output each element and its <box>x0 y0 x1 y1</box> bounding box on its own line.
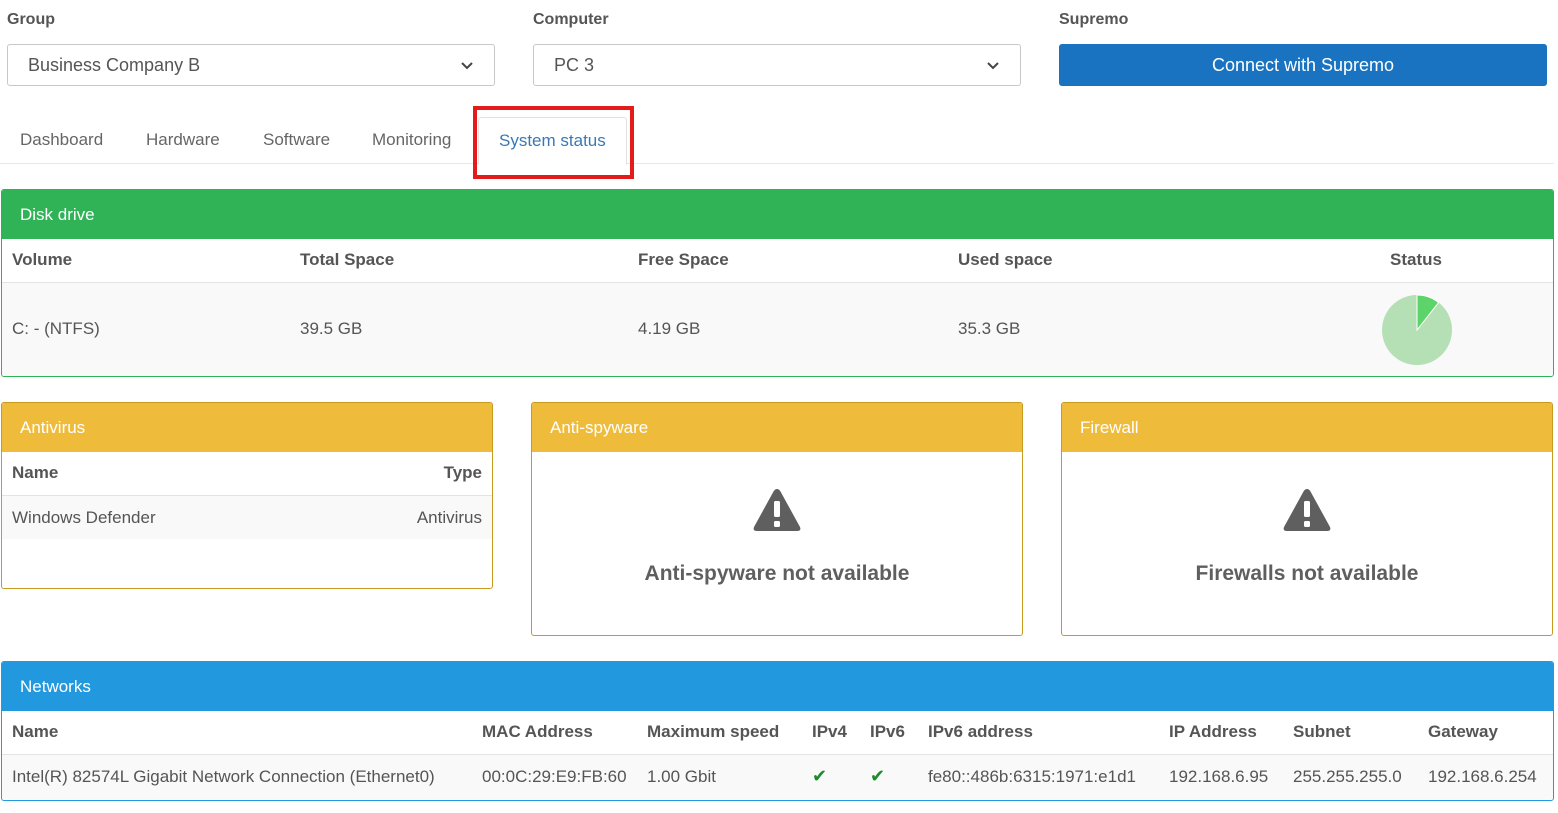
disk-drive-title: Disk drive <box>2 190 1553 239</box>
disk-drive-panel: Disk drive Volume Total Space Free Space… <box>1 189 1554 377</box>
table-row: Windows Defender Antivirus <box>2 496 492 539</box>
chevron-down-icon <box>461 62 473 70</box>
col-subnet: Subnet <box>1293 722 1351 741</box>
antivirus-table-header: Name Type <box>2 452 492 496</box>
tab-monitoring[interactable]: Monitoring <box>372 117 451 164</box>
col-ip-address: IP Address <box>1169 722 1257 741</box>
ip-address-value: 192.168.6.95 <box>1169 767 1269 786</box>
table-row: C: - (NTFS) 39.5 GB 4.19 GB 35.3 GB <box>2 283 1553 376</box>
col-ipv6: IPv6 <box>870 722 905 741</box>
col-gateway: Gateway <box>1428 722 1498 741</box>
ipv6-check-icon: ✔ <box>870 766 886 786</box>
col-total-space: Total Space <box>300 250 395 269</box>
highlight-box <box>473 106 634 179</box>
subnet-value: 255.255.255.0 <box>1293 767 1402 786</box>
computer-label: Computer <box>533 11 609 28</box>
group-select[interactable]: Business Company B <box>7 44 495 86</box>
antivirus-type-value: Antivirus <box>416 508 482 527</box>
col-used-space: Used space <box>958 250 1053 269</box>
col-ipv6-address: IPv6 address <box>928 722 1033 741</box>
computer-select-value: PC 3 <box>554 54 595 75</box>
firewall-message: Firewalls not available <box>1195 562 1419 585</box>
col-status: Status <box>1390 250 1442 269</box>
col-free-space: Free Space <box>638 250 729 269</box>
firewall-panel: Firewall Firewalls not available <box>1061 402 1553 636</box>
networks-title: Networks <box>2 662 1553 711</box>
antivirus-title: Antivirus <box>2 403 492 452</box>
col-maximum-speed: Maximum speed <box>647 722 780 741</box>
gateway-value: 192.168.6.254 <box>1428 767 1537 786</box>
supremo-label: Supremo <box>1059 11 1129 28</box>
anti-spyware-message: Anti-spyware not available <box>644 562 910 585</box>
col-volume: Volume <box>12 250 73 269</box>
total-space-value: 39.5 GB <box>300 319 363 338</box>
disk-table-header: Volume Total Space Free Space Used space… <box>2 239 1553 283</box>
warning-icon <box>753 489 801 531</box>
antivirus-name-value: Windows Defender <box>12 508 156 527</box>
anti-spyware-panel: Anti-spyware Anti-spyware not available <box>531 402 1023 636</box>
disk-usage-pie-chart <box>1382 294 1452 365</box>
tab-dashboard[interactable]: Dashboard <box>20 117 103 164</box>
col-name: Name <box>12 722 59 741</box>
firewall-title: Firewall <box>1062 403 1552 452</box>
ipv6-address-value: fe80::486b:6315:1971:e1d1 <box>928 767 1136 786</box>
maximum-speed-value: 1.00 Gbit <box>647 767 716 786</box>
col-type: Type <box>443 463 482 482</box>
col-mac-address: MAC Address <box>482 722 593 741</box>
computer-select[interactable]: PC 3 <box>533 44 1021 86</box>
ipv4-check-icon: ✔ <box>812 766 828 786</box>
col-ipv4: IPv4 <box>812 722 847 741</box>
networks-table-header: Name MAC Address Maximum speed IPv4 IPv6… <box>2 711 1553 755</box>
free-space-value: 4.19 GB <box>638 319 701 338</box>
network-name-value: Intel(R) 82574L Gigabit Network Connecti… <box>12 767 435 786</box>
group-select-value: Business Company B <box>28 54 201 75</box>
connect-supremo-button[interactable]: Connect with Supremo <box>1059 44 1547 86</box>
tab-software[interactable]: Software <box>263 117 330 164</box>
warning-icon <box>1283 489 1331 531</box>
group-label: Group <box>7 11 55 28</box>
networks-panel: Networks Name MAC Address Maximum speed … <box>1 661 1554 801</box>
volume-value: C: - (NTFS) <box>12 319 100 338</box>
chevron-down-icon <box>987 62 999 70</box>
tab-hardware[interactable]: Hardware <box>146 117 220 164</box>
used-space-value: 35.3 GB <box>958 319 1021 338</box>
mac-address-value: 00:0C:29:E9:FB:60 <box>482 767 627 786</box>
tab-bar: Dashboard Hardware Software Monitoring S… <box>0 117 1554 165</box>
col-name: Name <box>12 463 59 482</box>
antivirus-panel: Antivirus Name Type Windows Defender Ant… <box>1 402 493 589</box>
table-row: Intel(R) 82574L Gigabit Network Connecti… <box>2 755 1553 799</box>
anti-spyware-title: Anti-spyware <box>532 403 1022 452</box>
